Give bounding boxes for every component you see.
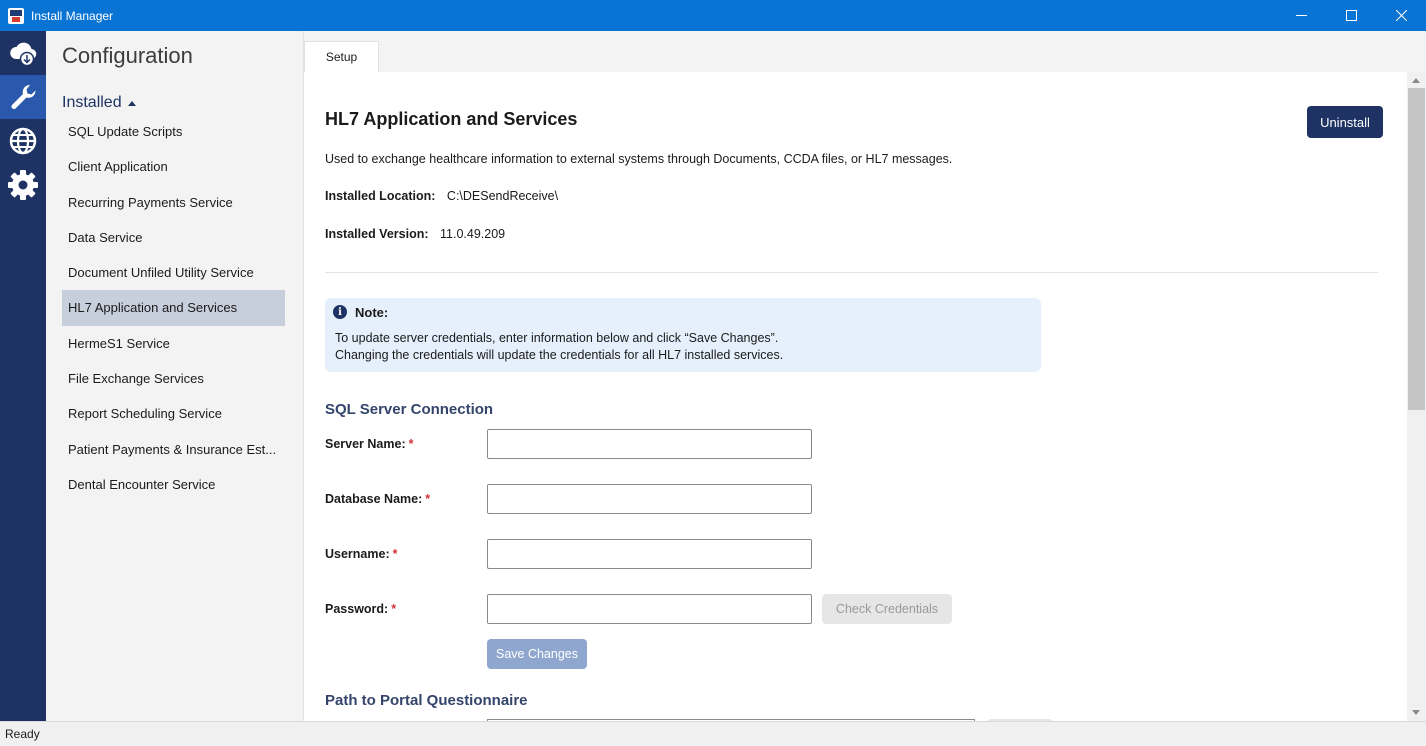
portal-questionnaire-heading: Path to Portal Questionnaire bbox=[325, 692, 528, 709]
window-controls bbox=[1276, 0, 1426, 31]
installed-location-label: Installed Location: bbox=[325, 189, 436, 203]
maximize-button[interactable] bbox=[1326, 0, 1376, 31]
nav-item-patient-payments[interactable]: Patient Payments & Insurance Est... bbox=[62, 432, 285, 467]
database-name-label: Database Name: * bbox=[325, 492, 430, 506]
installed-version-value: 11.0.49.209 bbox=[440, 227, 506, 241]
nav-item-hl7-application-and-services[interactable]: HL7 Application and Services bbox=[62, 290, 285, 326]
wrench-icon bbox=[11, 84, 36, 109]
minimize-button[interactable] bbox=[1276, 0, 1326, 31]
vertical-scrollbar[interactable] bbox=[1407, 72, 1426, 721]
page-title: HL7 Application and Services bbox=[325, 109, 578, 129]
nav-item-dental-encounter-service[interactable]: Dental Encounter Service bbox=[62, 467, 285, 502]
sql-server-connection-heading: SQL Server Connection bbox=[325, 401, 494, 418]
server-name-label: Server Name: * bbox=[325, 437, 413, 451]
password-label-text: Password: bbox=[325, 602, 389, 616]
nav-item-client-application[interactable]: Client Application bbox=[62, 149, 285, 184]
tab-strip bbox=[304, 31, 1426, 72]
cloud-download-icon bbox=[10, 42, 37, 67]
installed-version-label: Installed Version: bbox=[325, 227, 429, 241]
close-button[interactable] bbox=[1376, 0, 1426, 31]
nav-title: Configuration bbox=[62, 43, 193, 68]
rail-configuration-button[interactable] bbox=[0, 75, 46, 119]
service-description: Used to exchange healthcare information … bbox=[325, 152, 953, 166]
minimize-icon bbox=[1295, 15, 1307, 16]
gear-icon bbox=[8, 170, 38, 200]
title-bar: Install Manager bbox=[0, 0, 1426, 31]
scroll-thumb[interactable] bbox=[1408, 88, 1425, 410]
password-input[interactable] bbox=[487, 594, 812, 624]
nav-item-hermes1-service[interactable]: HermeS1 Service bbox=[62, 326, 285, 361]
password-label: Password: * bbox=[325, 602, 396, 616]
nav-item-report-scheduling-service[interactable]: Report Scheduling Service bbox=[62, 396, 285, 431]
rail-downloads-button[interactable] bbox=[0, 31, 46, 75]
username-label: Username: * bbox=[325, 547, 398, 561]
configuration-nav: Configuration Installed SQL Update Scrip… bbox=[46, 31, 304, 721]
maximize-icon bbox=[1345, 10, 1357, 21]
tab-setup[interactable]: Setup bbox=[304, 41, 379, 72]
status-bar: Ready bbox=[0, 721, 1426, 746]
check-credentials-button[interactable]: Check Credentials bbox=[822, 594, 952, 624]
username-label-text: Username: bbox=[325, 547, 390, 561]
installed-location-value: C:\DESendReceive\ bbox=[446, 189, 559, 203]
scroll-up-icon[interactable] bbox=[1412, 78, 1420, 83]
app-logo-icon bbox=[8, 7, 24, 24]
installed-list: SQL Update Scripts Client Application Re… bbox=[62, 114, 285, 502]
rail-settings-button[interactable] bbox=[0, 163, 46, 207]
nav-section-label: Installed bbox=[62, 94, 122, 111]
note-line-2: Changing the credentials will update the… bbox=[335, 348, 784, 362]
database-name-label-text: Database Name: bbox=[325, 492, 423, 506]
nav-item-sql-update-scripts[interactable]: SQL Update Scripts bbox=[62, 114, 285, 149]
close-icon bbox=[1395, 10, 1407, 21]
server-name-input[interactable] bbox=[487, 429, 812, 459]
rail-network-button[interactable] bbox=[0, 119, 46, 163]
nav-item-data-service[interactable]: Data Service bbox=[62, 220, 285, 255]
note-title: Note: bbox=[355, 305, 389, 320]
save-changes-button[interactable]: Save Changes bbox=[487, 639, 587, 669]
info-icon: i bbox=[333, 305, 347, 319]
scroll-down-icon[interactable] bbox=[1412, 710, 1420, 715]
note-line-1: To update server credentials, enter info… bbox=[335, 331, 779, 345]
status-text: Ready bbox=[5, 727, 40, 741]
icon-rail bbox=[0, 31, 46, 721]
nav-item-recurring-payments-service[interactable]: Recurring Payments Service bbox=[62, 185, 285, 220]
required-marker: * bbox=[391, 602, 397, 616]
installed-location-row: Installed Location: C:\DESendReceive\ bbox=[325, 189, 558, 203]
database-name-input[interactable] bbox=[487, 484, 812, 514]
username-input[interactable] bbox=[487, 539, 812, 569]
required-marker: * bbox=[392, 547, 398, 561]
required-marker: * bbox=[425, 492, 431, 506]
window-title: Install Manager bbox=[31, 8, 114, 23]
divider bbox=[325, 272, 1378, 273]
nav-item-file-exchange-services[interactable]: File Exchange Services bbox=[62, 361, 285, 396]
installed-version-row: Installed Version: 11.0.49.209 bbox=[325, 227, 505, 241]
server-name-label-text: Server Name: bbox=[325, 437, 406, 451]
required-marker: * bbox=[408, 437, 414, 451]
installed-section-toggle[interactable]: Installed bbox=[62, 94, 136, 112]
nav-item-document-unfiled-utility-service[interactable]: Document Unfiled Utility Service bbox=[62, 255, 285, 290]
uninstall-button[interactable]: Uninstall bbox=[1307, 106, 1383, 138]
globe-icon bbox=[9, 127, 37, 155]
caret-up-icon bbox=[127, 100, 136, 106]
setup-panel: HL7 Application and Services Uninstall U… bbox=[305, 72, 1407, 721]
note-box: i Note: To update server credentials, en… bbox=[325, 298, 1041, 372]
